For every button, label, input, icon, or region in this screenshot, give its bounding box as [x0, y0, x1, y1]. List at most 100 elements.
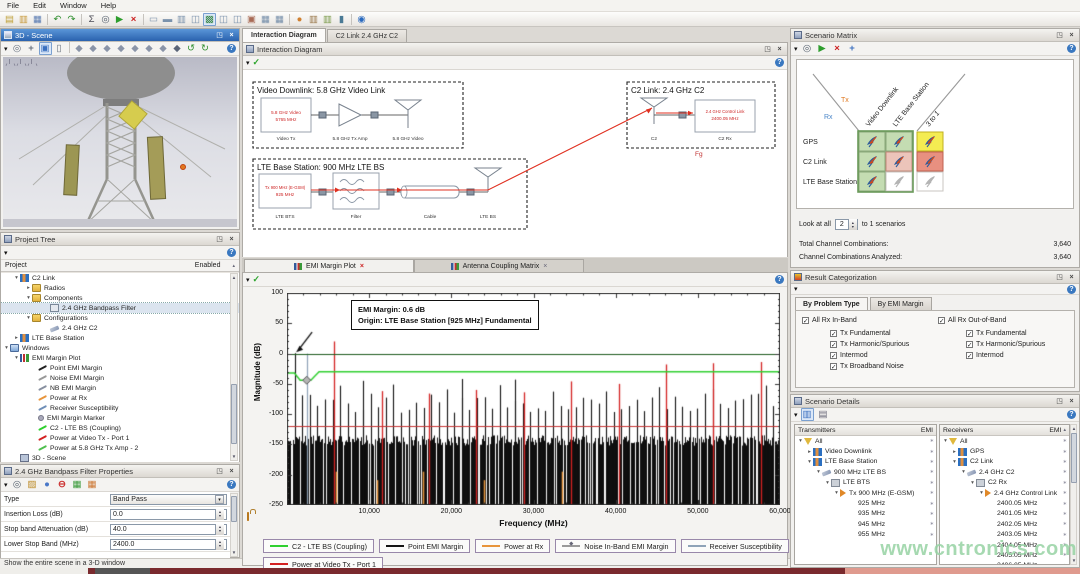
out-of-band-item-checkbox[interactable]: Intermod: [966, 352, 1045, 359]
help-icon[interactable]: [1067, 410, 1076, 419]
out-of-band-checkbox[interactable]: All Rx Out-of-Band: [938, 317, 1006, 324]
transmitter-tree-item[interactable]: 935 MHz: [795, 509, 936, 519]
help-icon[interactable]: [227, 480, 236, 489]
expander-icon[interactable]: ▾: [824, 480, 831, 486]
legend-item[interactable]: ◆ Noise In-Band EMI Margin: [555, 539, 675, 553]
stepper-icon[interactable]: ▲▼: [215, 524, 224, 535]
transmitter-tree-item[interactable]: 945 MHz: [795, 519, 936, 529]
toolbar-icon[interactable]: ▤: [3, 13, 16, 26]
expander-icon[interactable]: ▾: [3, 345, 10, 351]
toolbar-icon[interactable]: ▥: [17, 13, 30, 26]
stepper-icon[interactable]: ▲▼: [848, 219, 857, 230]
out-of-band-item-checkbox[interactable]: Tx Fundamental: [966, 330, 1045, 337]
close-tab-icon[interactable]: [543, 263, 547, 270]
float-icon[interactable]: [1055, 31, 1064, 40]
scene3d-toolbar-icon[interactable]: ↻: [199, 42, 212, 55]
video-tx-radio[interactable]: [261, 98, 311, 132]
dropdown-icon[interactable]: ▾: [215, 495, 224, 504]
tree-item[interactable]: Power at 5.8 GHz Tx Amp - 2: [1, 443, 239, 453]
receiver-tree-item[interactable]: ▾ All: [940, 436, 1069, 446]
toolbar-icon[interactable]: ▶: [113, 13, 126, 26]
properties-scrollbar[interactable]: ▼: [230, 493, 238, 557]
toolbar-icon[interactable]: Σ: [85, 13, 98, 26]
toolbar-icon[interactable]: ◉: [355, 13, 368, 26]
interaction-diagram-canvas[interactable]: Video Downlink: 5.8 GHz Video Link 5.8 G…: [243, 70, 787, 257]
help-icon[interactable]: [1067, 44, 1076, 53]
antenna-symbol[interactable]: [395, 100, 421, 110]
menu-item[interactable]: Edit: [26, 1, 53, 10]
help-icon[interactable]: [227, 44, 236, 53]
close-tab-icon[interactable]: [360, 263, 364, 270]
toolbar-icon[interactable]: ▦: [273, 13, 286, 26]
float-icon[interactable]: [763, 45, 772, 54]
toolbar-menu-icon[interactable]: [4, 45, 8, 53]
close-icon[interactable]: [1067, 273, 1076, 282]
scene3d-toolbar-icon[interactable]: ◆: [129, 42, 142, 55]
scene3d-toolbar-icon[interactable]: +: [25, 42, 38, 55]
toolbar-icon[interactable]: ◫: [189, 13, 202, 26]
antenna-symbol[interactable]: [475, 168, 501, 177]
cable-component[interactable]: [401, 186, 459, 198]
receiver-tree-item[interactable]: 2401.05 MHz: [940, 509, 1069, 519]
menu-item[interactable]: File: [0, 1, 26, 10]
properties-toolbar-icon[interactable]: ◎: [11, 478, 24, 491]
transmitters-header[interactable]: Transmitters EMI: [795, 425, 936, 436]
tree-item[interactable]: Point EMI Margin: [1, 363, 239, 373]
lte-base-station-system[interactable]: LTE Base Station: 900 MHz LTE BS Tx 900 …: [253, 159, 527, 229]
categorization-tab[interactable]: By Problem Type: [795, 297, 868, 310]
tree-item[interactable]: 2.4 GHz C2: [1, 323, 239, 333]
scene3d-toolbar-icon[interactable]: ◆: [143, 42, 156, 55]
close-icon[interactable]: [1067, 31, 1076, 40]
enabled-column-header[interactable]: Enabled: [195, 262, 221, 269]
plot-tab[interactable]: EMI Margin Plot: [244, 259, 414, 272]
stepper-icon[interactable]: ▲▼: [215, 539, 224, 550]
receiver-tree-item[interactable]: ▾ 2.4 GHz Control Link: [940, 488, 1069, 498]
tree-item[interactable]: Receiver Susceptibility: [1, 403, 239, 413]
close-icon[interactable]: [775, 45, 784, 54]
toolbar-menu-icon[interactable]: [794, 285, 798, 293]
menu-item[interactable]: Window: [53, 1, 94, 10]
close-icon[interactable]: [227, 31, 236, 40]
matrix-toolbar-icon[interactable]: ◎: [801, 42, 814, 55]
expander-icon[interactable]: ▾: [13, 275, 20, 281]
transmitter-tree-item[interactable]: 925 MHz: [795, 498, 936, 508]
toolbar-icon[interactable]: ▣: [245, 13, 258, 26]
float-icon[interactable]: [215, 235, 224, 244]
scroll-up-icon[interactable]: ▲: [231, 274, 237, 281]
legend-item[interactable]: Point EMI Margin: [379, 539, 470, 553]
amplifier-symbol[interactable]: [339, 104, 361, 126]
toolbar-icon[interactable]: ●: [293, 13, 306, 26]
toolbar-icon[interactable]: ▦: [31, 13, 44, 26]
toolbar-menu-icon[interactable]: [246, 276, 250, 284]
help-icon[interactable]: [1067, 285, 1076, 294]
out-of-band-item-checkbox[interactable]: Tx Harmonic/Spurious: [966, 341, 1045, 348]
properties-toolbar-icon[interactable]: ▨: [26, 478, 39, 491]
expander-icon[interactable]: ▸: [951, 449, 958, 455]
toolbar-menu-icon[interactable]: [246, 59, 250, 67]
toolbar-icon[interactable]: ▮: [335, 13, 348, 26]
float-icon[interactable]: [215, 467, 224, 476]
close-icon[interactable]: [1067, 397, 1076, 406]
toolbar-icon[interactable]: ▦: [259, 13, 272, 26]
scene3d-viewport[interactable]: [3, 57, 237, 227]
toolbar-menu-icon[interactable]: [794, 411, 798, 419]
expander-icon[interactable]: ▾: [25, 315, 32, 321]
legend-item[interactable]: Receiver Susceptibility: [681, 539, 789, 553]
close-icon[interactable]: [227, 235, 236, 244]
receiver-tree-item[interactable]: ▾ 2.4 GHz C2: [940, 467, 1069, 477]
scene3d-toolbar-icon[interactable]: ▣: [39, 42, 52, 55]
properties-toolbar-icon[interactable]: ⊖: [56, 478, 69, 491]
expander-icon[interactable]: ▾: [833, 490, 840, 496]
receiver-tree-item[interactable]: 2400.05 MHz: [940, 498, 1069, 508]
tree-item[interactable]: Noise EMI Margin: [1, 373, 239, 383]
in-band-item-checkbox[interactable]: Intermod: [830, 352, 909, 359]
c2-link-system[interactable]: C2 Link: 2.4 GHz C2 2.4 GHz Control Link…: [627, 82, 775, 148]
toolbar-icon[interactable]: [289, 14, 290, 25]
type-select[interactable]: Band Pass ▾: [110, 494, 227, 505]
toolbar-icon[interactable]: ▥: [321, 13, 334, 26]
scene3d-toolbar-icon[interactable]: ◆: [101, 42, 114, 55]
document-tab[interactable]: C2 Link 2.4 GHz C2: [327, 29, 407, 42]
scene3d-toolbar-icon[interactable]: ◆: [87, 42, 100, 55]
expander-icon[interactable]: ▸: [25, 285, 32, 291]
scene3d-toolbar-icon[interactable]: ◎: [11, 42, 24, 55]
